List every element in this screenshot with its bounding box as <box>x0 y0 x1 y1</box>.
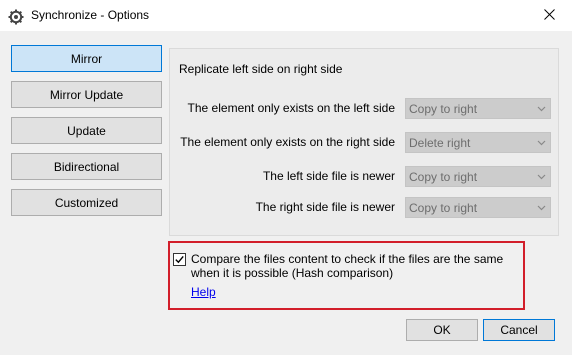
chevron-down-icon <box>537 106 546 112</box>
action-select-left-newer[interactable]: Copy to right <box>405 166 551 187</box>
mode-button-label: Mirror <box>70 51 103 66</box>
mode-button-label: Mirror Update <box>49 87 124 102</box>
mode-button-mirror-update[interactable]: Mirror Update <box>11 81 162 108</box>
action-select-right-newer[interactable]: Copy to right <box>405 197 551 218</box>
panel-title: Replicate left side on right side <box>179 62 343 76</box>
select-value: Copy to right <box>409 169 478 184</box>
mode-button-label: Customized <box>54 195 119 210</box>
row-label-left-newer: The left side file is newer <box>262 169 395 183</box>
cancel-button-label: Cancel <box>500 323 538 337</box>
chevron-down-icon <box>537 140 546 146</box>
mode-button-mirror[interactable]: Mirror <box>11 45 162 72</box>
row-label-right-only: The element only exists on the right sid… <box>180 135 395 149</box>
hash-comparison-checkbox[interactable] <box>173 253 186 266</box>
mode-button-bidirectional[interactable]: Bidirectional <box>11 153 162 180</box>
cancel-button[interactable]: Cancel <box>483 319 555 341</box>
mode-button-customized[interactable]: Customized <box>11 189 162 216</box>
title-bar: Synchronize - Options <box>0 0 572 31</box>
mode-button-label: Bidirectional <box>53 159 120 174</box>
action-select-right-only[interactable]: Delete right <box>405 132 551 153</box>
close-icon <box>543 8 555 23</box>
help-link[interactable]: Help <box>191 285 216 299</box>
mode-button-update[interactable]: Update <box>11 117 162 144</box>
chevron-down-icon <box>537 174 546 180</box>
select-value: Delete right <box>409 135 471 150</box>
action-select-left-only[interactable]: Copy to right <box>405 98 551 119</box>
window-title: Synchronize - Options <box>31 8 150 22</box>
row-label-left-only: The element only exists on the left side <box>187 101 395 115</box>
chevron-down-icon <box>537 205 546 211</box>
row-label-right-newer: The right side file is newer <box>255 200 395 214</box>
hash-comparison-label[interactable]: Compare the files content to check if th… <box>191 252 521 280</box>
select-value: Copy to right <box>409 101 478 116</box>
ok-button-label: OK <box>433 323 451 337</box>
mode-button-label: Update <box>67 123 106 138</box>
ok-button[interactable]: OK <box>406 319 478 341</box>
gear-icon <box>8 9 24 25</box>
close-button[interactable] <box>526 0 572 31</box>
checkmark-icon <box>175 255 184 264</box>
select-value: Copy to right <box>409 200 478 215</box>
